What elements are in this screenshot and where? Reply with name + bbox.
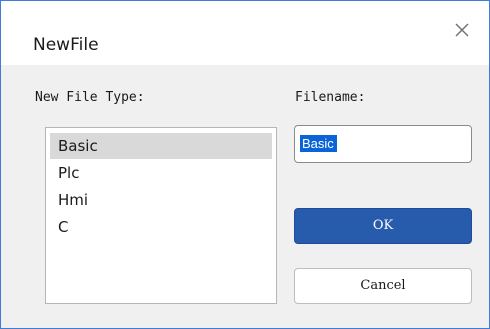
list-item-basic[interactable]: Basic: [50, 133, 272, 159]
cancel-button[interactable]: Cancel: [294, 268, 472, 304]
file-type-list[interactable]: Basic Plc Hmi C: [45, 127, 277, 304]
title-bar: NewFile: [1, 1, 489, 65]
new-file-type-label: New File Type:: [35, 90, 145, 105]
filename-selected-text: Basic: [300, 135, 337, 152]
filename-input[interactable]: Basic: [294, 125, 472, 163]
new-file-dialog: NewFile New File Type: Filename: Basic P…: [0, 0, 490, 329]
list-item-c[interactable]: C: [50, 214, 272, 240]
list-item-hmi[interactable]: Hmi: [50, 187, 272, 213]
list-item-plc[interactable]: Plc: [50, 160, 272, 186]
ok-button[interactable]: OK: [294, 208, 472, 244]
close-icon[interactable]: [451, 19, 473, 41]
dialog-title: NewFile: [33, 35, 99, 55]
filename-label: Filename:: [295, 90, 366, 105]
